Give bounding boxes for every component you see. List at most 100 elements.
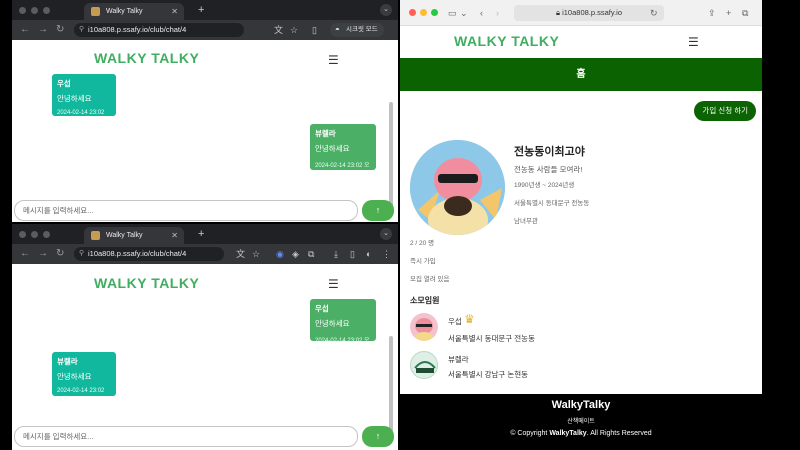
back-icon[interactable]: ← <box>20 24 30 36</box>
tab-overview-icon[interactable]: ⧉ <box>742 7 748 19</box>
new-tab-icon[interactable]: + <box>198 227 204 241</box>
club-gender: 남녀무관 <box>514 218 538 225</box>
reload-icon[interactable]: ↻ <box>56 24 64 36</box>
favicon-icon <box>91 7 100 16</box>
extension-icon[interactable]: ◉ <box>276 248 284 260</box>
page-title: 홈 <box>400 58 762 91</box>
extension-icon[interactable]: ◈ <box>292 248 299 260</box>
window-zoom-dot[interactable] <box>43 231 50 238</box>
window-close-dot[interactable] <box>19 231 26 238</box>
window-close-dot[interactable] <box>409 9 416 16</box>
copyright-prefix: © Copyright <box>510 430 550 437</box>
site-info-icon: ⚲ <box>79 250 85 257</box>
more-menu-icon[interactable]: ⋮ <box>382 248 391 260</box>
sidebar-icon[interactable]: ▭ <box>448 7 457 19</box>
message-input[interactable]: 메시지를 입력하세요... <box>14 200 358 221</box>
forward-icon[interactable]: → <box>38 24 48 36</box>
scrollbar[interactable] <box>389 102 393 210</box>
sender-name: 우섭 <box>315 304 329 313</box>
club-page: WALKY TALKY ☰ 홈 가입 신청 하기 전농동이최고야 전농동 사람들… <box>400 26 762 450</box>
window-zoom-dot[interactable] <box>431 9 438 16</box>
close-tab-icon[interactable]: ✕ <box>171 227 178 244</box>
puzzle-icon[interactable]: ⧉ <box>308 248 314 260</box>
member-name: 우섭 <box>448 317 462 326</box>
app-logo[interactable]: WALKY TALKY <box>94 275 199 291</box>
scrollbar[interactable] <box>389 336 393 432</box>
back-icon[interactable]: ← <box>20 248 30 260</box>
close-tab-icon[interactable]: ✕ <box>171 3 178 20</box>
translate-icon[interactable]: 文 <box>274 24 283 36</box>
site-info-icon: ⚲ <box>79 26 85 33</box>
tab-search-chevron-icon[interactable]: ⌄ <box>380 228 392 240</box>
download-icon[interactable]: ⤓ <box>334 248 338 260</box>
profile-icon[interactable]: ◐ <box>366 248 371 260</box>
tab-title: Walky Talky <box>106 8 143 15</box>
send-button[interactable]: ↑ <box>362 200 394 221</box>
bookmark-star-icon[interactable]: ☆ <box>252 248 260 260</box>
window-minimize-dot[interactable] <box>31 231 38 238</box>
club-join-type: 즉시 가입 <box>410 258 436 265</box>
club-description: 전농동 사람들 모여라! <box>514 165 583 174</box>
footer-subtitle: 산책메이트 <box>567 419 595 425</box>
chevron-down-icon[interactable]: ⌄ <box>460 7 468 19</box>
address-bar[interactable]: ⚲ i10a808.p.ssafy.io/club/chat/4 <box>74 23 244 37</box>
incognito-label: 시크릿 모드 <box>346 26 378 33</box>
safari-toolbar: ▭ ⌄ ‹ › 🔒︎ i10a808.p.ssafy.io ↻ ⇪ + ⧉ <box>400 0 762 26</box>
window-minimize-dot[interactable] <box>31 7 38 14</box>
window-close-dot[interactable] <box>19 7 26 14</box>
hamburger-menu-icon[interactable]: ☰ <box>688 36 699 48</box>
incognito-badge[interactable]: ◓ 시크릿 모드 <box>330 23 384 37</box>
app-logo[interactable]: WALKY TALKY <box>94 50 199 66</box>
arrow-up-icon: ↑ <box>375 431 381 441</box>
send-button[interactable]: ↑ <box>362 426 394 447</box>
club-name: 전농동이최고야 <box>514 146 585 158</box>
window-minimize-dot[interactable] <box>420 9 427 16</box>
url-bar-row: ← → ↻ ⚲ i10a808.p.ssafy.io/club/chat/4 文… <box>12 244 398 264</box>
forward-icon[interactable]: › <box>496 7 499 19</box>
copyright-brand: WalkyTalky <box>549 430 587 437</box>
chat-message-left: 우섭 안녕하세요 2024-02-14 23:02 오후 <box>52 74 116 125</box>
join-request-button[interactable]: 가입 신청 하기 <box>694 101 756 121</box>
chat-message-left: 뷰렐라 안녕하세요 2024-02-14 23:02 오후 <box>52 352 116 403</box>
window-zoom-dot[interactable] <box>43 7 50 14</box>
member-name: 뷰렐라 <box>448 355 469 364</box>
incognito-icon: ◓ <box>335 25 340 34</box>
translate-icon[interactable]: 文 <box>236 248 245 260</box>
message-input[interactable]: 메시지를 입력하세요... <box>14 426 358 447</box>
forward-icon[interactable]: → <box>38 248 48 260</box>
new-tab-icon[interactable]: + <box>726 7 731 19</box>
safari-window: ▭ ⌄ ‹ › 🔒︎ i10a808.p.ssafy.io ↻ ⇪ + ⧉ WA… <box>400 0 762 450</box>
message-text: 안녕하세요 <box>57 94 92 103</box>
copyright-suffix: . All Rights Reserved <box>586 430 652 437</box>
url-bar-row: ← → ↻ ⚲ i10a808.p.ssafy.io/club/chat/4 文… <box>12 20 398 40</box>
new-tab-icon[interactable]: + <box>198 3 204 17</box>
hamburger-menu-icon[interactable]: ☰ <box>328 54 339 66</box>
side-panel-icon[interactable]: ▯ <box>312 24 317 36</box>
reload-icon[interactable]: ↻ <box>56 248 64 260</box>
app-logo[interactable]: WALKY TALKY <box>454 33 559 49</box>
share-icon[interactable]: ⇪ <box>708 7 716 19</box>
browser-tab[interactable]: Walky Talky ✕ <box>84 227 184 244</box>
browser-tab[interactable]: Walky Talky ✕ <box>84 3 184 20</box>
bookmark-star-icon[interactable]: ☆ <box>290 24 298 36</box>
address-bar[interactable]: 🔒︎ i10a808.p.ssafy.io <box>514 5 664 21</box>
side-panel-icon[interactable]: ▯ <box>350 248 355 260</box>
tab-title: Walky Talky <box>106 232 143 239</box>
address-bar[interactable]: ⚲ i10a808.p.ssafy.io/club/chat/4 <box>74 247 224 261</box>
reload-icon[interactable]: ↻ <box>650 7 658 19</box>
club-location: 서울특별시 동대문구 전농동 <box>514 200 590 207</box>
message-text: 안녕하세요 <box>57 372 92 381</box>
chat-page: WALKY TALKY ☰ 우섭 안녕하세요 2024-02-14 23:02 … <box>12 264 398 450</box>
chat-message-right: 뷰렐라 안녕하세요 2024-02-14 23:02 오후 <box>310 124 376 178</box>
address-text: i10a808.p.ssafy.io/club/chat/4 <box>88 249 187 258</box>
club-birth-range: 1990년생 ~ 2024년생 <box>514 182 575 189</box>
tab-search-chevron-icon[interactable]: ⌄ <box>380 4 392 16</box>
member-location: 서울특별시 동대문구 전농동 <box>448 334 535 343</box>
back-icon[interactable]: ‹ <box>480 7 483 19</box>
sender-name: 뷰렐라 <box>315 129 336 138</box>
hamburger-menu-icon[interactable]: ☰ <box>328 278 339 290</box>
club-member-count: 2 / 20 명 <box>410 240 435 247</box>
sender-name: 뷰렐라 <box>57 357 78 366</box>
bottom-chrome-window: Walky Talky ✕ + ⌄ ← → ↻ ⚲ i10a808.p.ssaf… <box>12 224 398 450</box>
chat-page: WALKY TALKY ☰ 우섭 안녕하세요 2024-02-14 23:02 … <box>12 40 398 222</box>
